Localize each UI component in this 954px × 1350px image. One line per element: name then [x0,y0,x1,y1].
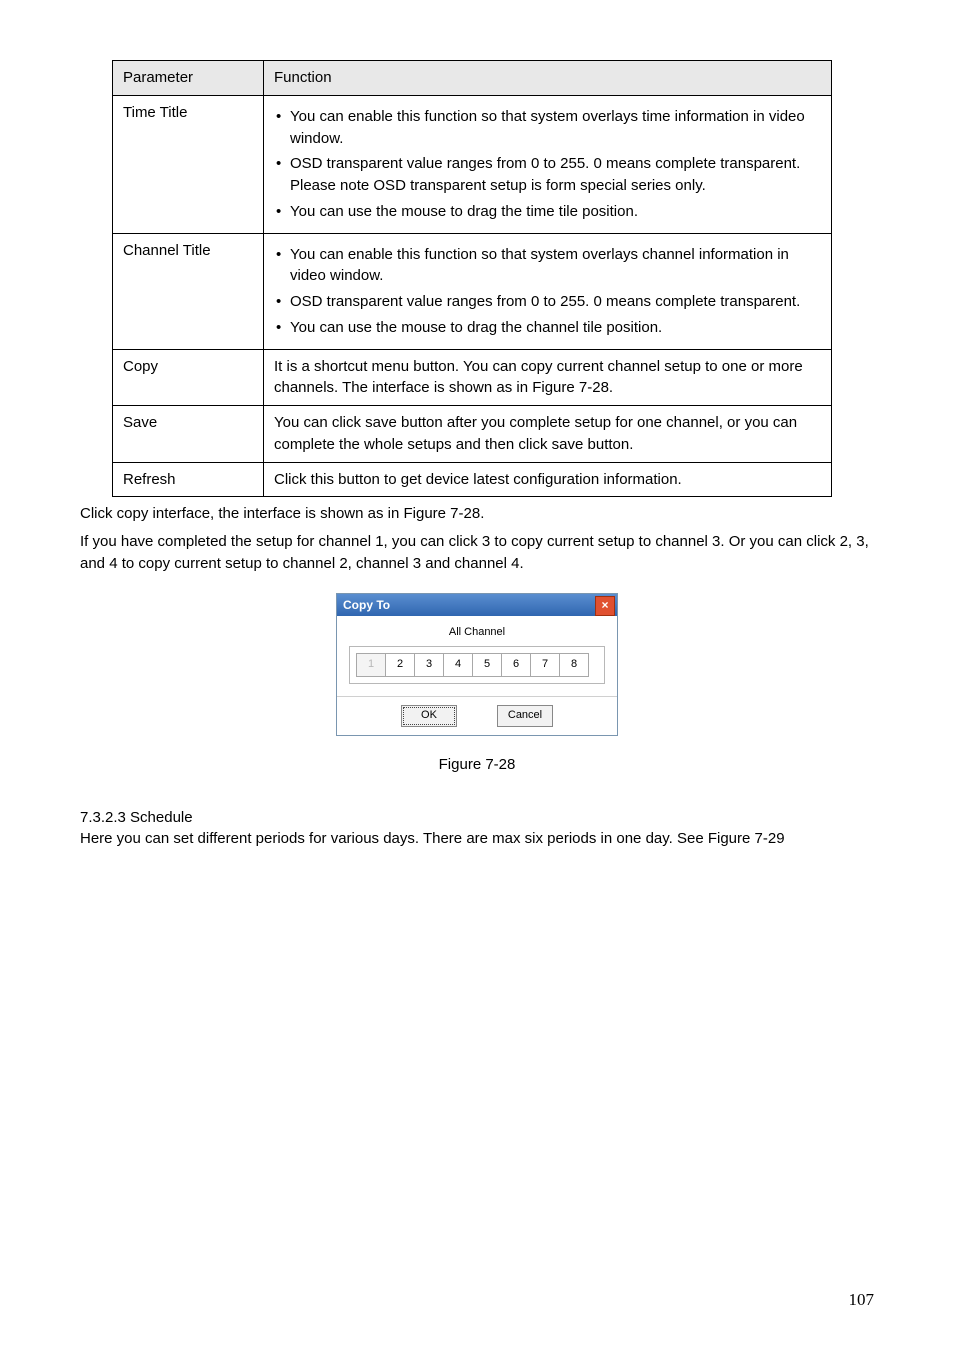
paragraph-copy-interface: Click copy interface, the interface is s… [80,503,874,525]
dialog-titlebar: Copy To × [337,594,617,616]
func-copy: It is a shortcut menu button. You can co… [264,349,832,406]
close-icon[interactable]: × [595,596,615,616]
table-row: Refresh Click this button to get device … [113,462,832,497]
paragraph-copy-example: If you have completed the setup for chan… [80,531,874,575]
parameter-function-table: Parameter Function Time Title You can en… [112,60,832,497]
dialog-title-text: Copy To [337,598,390,612]
func-channel-title: You can enable this function so that sys… [264,233,832,349]
copy-to-dialog: Copy To × All Channel 1 2 3 4 5 6 7 8 OK… [336,593,618,736]
list-item: You can enable this function so that sys… [274,106,821,150]
channel-7-button[interactable]: 7 [531,653,560,677]
param-save: Save [113,406,264,463]
section-text: Here you can set different periods for v… [80,828,874,850]
func-time-title: You can enable this function so that sys… [264,95,832,233]
figure-caption: Figure 7-28 [80,756,874,773]
param-time-title: Time Title [113,95,264,233]
channel-button-group: 1 2 3 4 5 6 7 8 [349,646,605,684]
param-refresh: Refresh [113,462,264,497]
list-item: You can enable this function so that sys… [274,244,821,288]
col-header-parameter: Parameter [113,61,264,96]
list-item: You can use the mouse to drag the channe… [274,317,821,339]
channel-1-button: 1 [356,653,386,677]
table-row: Channel Title You can enable this functi… [113,233,832,349]
table-row: Time Title You can enable this function … [113,95,832,233]
param-channel-title: Channel Title [113,233,264,349]
list-item: OSD transparent value ranges from 0 to 2… [274,291,821,313]
cancel-button[interactable]: Cancel [497,705,553,727]
param-copy: Copy [113,349,264,406]
all-channel-label: All Channel [349,626,605,638]
channel-6-button[interactable]: 6 [502,653,531,677]
channel-3-button[interactable]: 3 [415,653,444,677]
ok-button[interactable]: OK [401,705,457,727]
channel-5-button[interactable]: 5 [473,653,502,677]
channel-8-button[interactable]: 8 [560,653,589,677]
func-save: You can click save button after you comp… [264,406,832,463]
table-row: Copy It is a shortcut menu button. You c… [113,349,832,406]
col-header-function: Function [264,61,832,96]
page-number: 107 [849,1290,875,1310]
table-row: Save You can click save button after you… [113,406,832,463]
list-item: OSD transparent value ranges from 0 to 2… [274,153,821,197]
func-refresh: Click this button to get device latest c… [264,462,832,497]
dialog-footer: OK Cancel [337,696,617,735]
channel-4-button[interactable]: 4 [444,653,473,677]
channel-2-button[interactable]: 2 [386,653,415,677]
section-heading: 7.3.2.3 Schedule [80,809,874,826]
list-item: You can use the mouse to drag the time t… [274,201,821,223]
